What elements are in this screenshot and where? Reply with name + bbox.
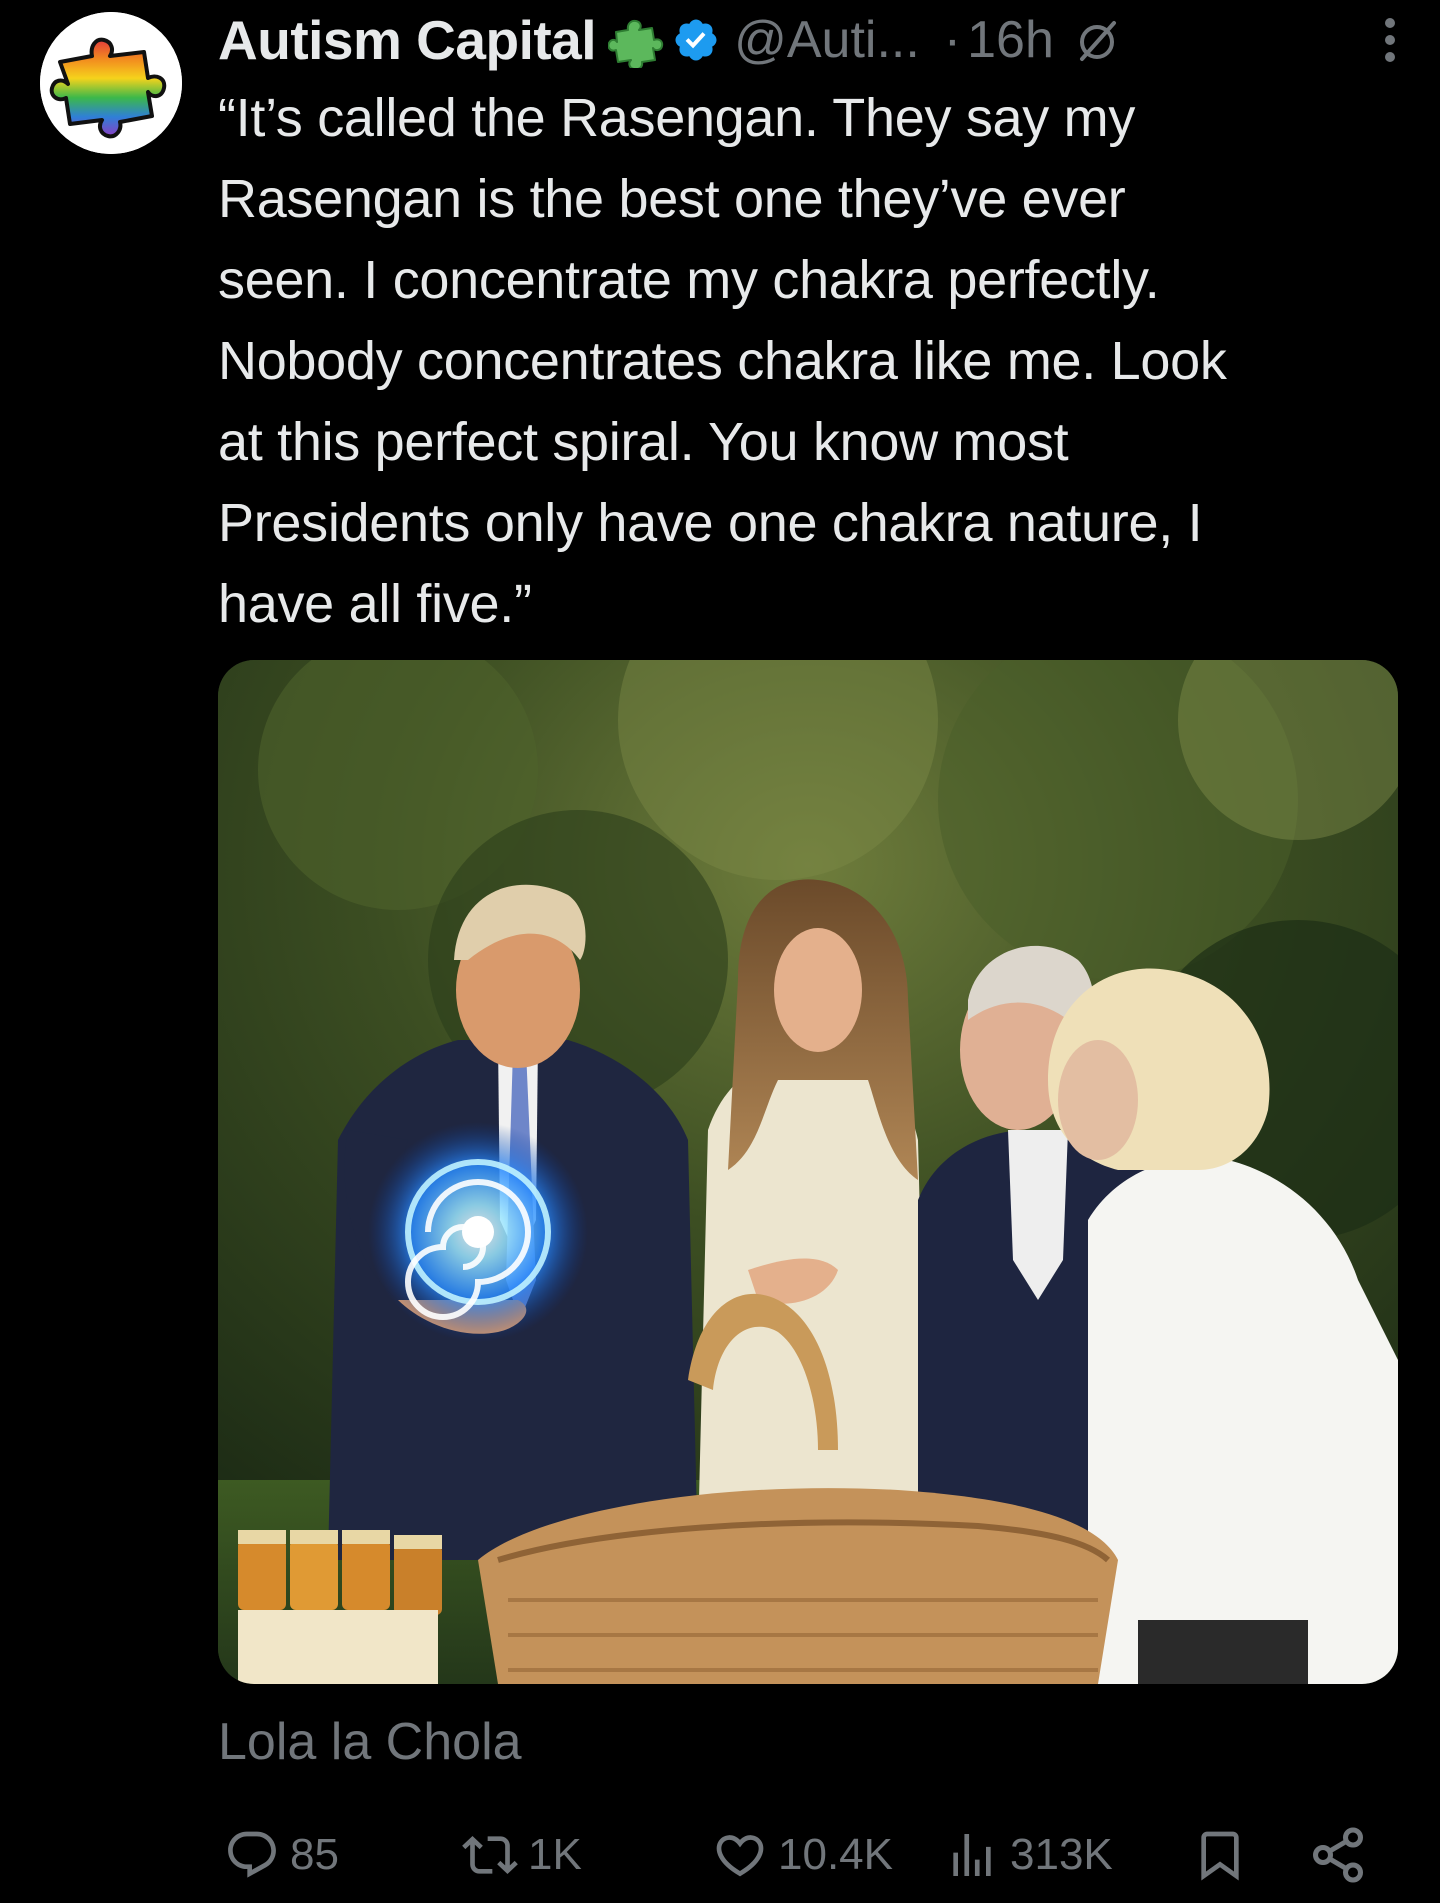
circle-slash-icon — [1072, 15, 1122, 65]
reply-button[interactable]: 85 — [224, 1820, 339, 1890]
bookmark-icon — [1201, 1831, 1239, 1881]
rainbow-puzzle-icon — [40, 12, 182, 154]
share-icon — [1313, 1827, 1363, 1883]
repost-button[interactable]: 1K — [462, 1820, 582, 1890]
share-button[interactable] — [1308, 1820, 1368, 1890]
analytics-icon — [953, 1834, 991, 1876]
tweet-header: Autism Capital @Auti... · 16h — [218, 2, 1400, 78]
tweet[interactable]: Autism Capital @Auti... · 16h “It’s call… — [0, 0, 1440, 1903]
bookmark-button[interactable] — [1192, 1820, 1248, 1890]
view-count: 313K — [1010, 1830, 1113, 1879]
like-button[interactable]: 10.4K — [712, 1820, 893, 1890]
tweet-text: “It’s called the Rasengan. They say my R… — [218, 88, 1227, 634]
repost-icon — [462, 1836, 518, 1874]
separator-dot: · — [943, 11, 962, 69]
media-credit[interactable]: Lola la Chola — [218, 1712, 522, 1772]
action-bar: 85 1K 10.4K 313K — [218, 1820, 1418, 1890]
verified-badge-icon[interactable] — [672, 16, 720, 64]
avatar[interactable] — [40, 12, 182, 154]
tweet-photo — [218, 660, 1398, 1684]
display-name[interactable]: Autism Capital — [218, 8, 597, 72]
handle[interactable]: @Auti... — [734, 10, 920, 70]
timestamp[interactable]: 16h — [967, 10, 1054, 70]
puzzle-piece-icon — [608, 12, 664, 68]
tweet-image[interactable] — [218, 660, 1398, 1684]
like-count: 10.4K — [778, 1830, 893, 1879]
repost-count: 1K — [528, 1830, 582, 1879]
reply-icon — [228, 1831, 276, 1878]
views-button[interactable]: 313K — [944, 1820, 1113, 1890]
heart-icon — [716, 1835, 764, 1877]
more-options-icon[interactable] — [1370, 14, 1410, 66]
reply-count: 85 — [290, 1830, 339, 1879]
